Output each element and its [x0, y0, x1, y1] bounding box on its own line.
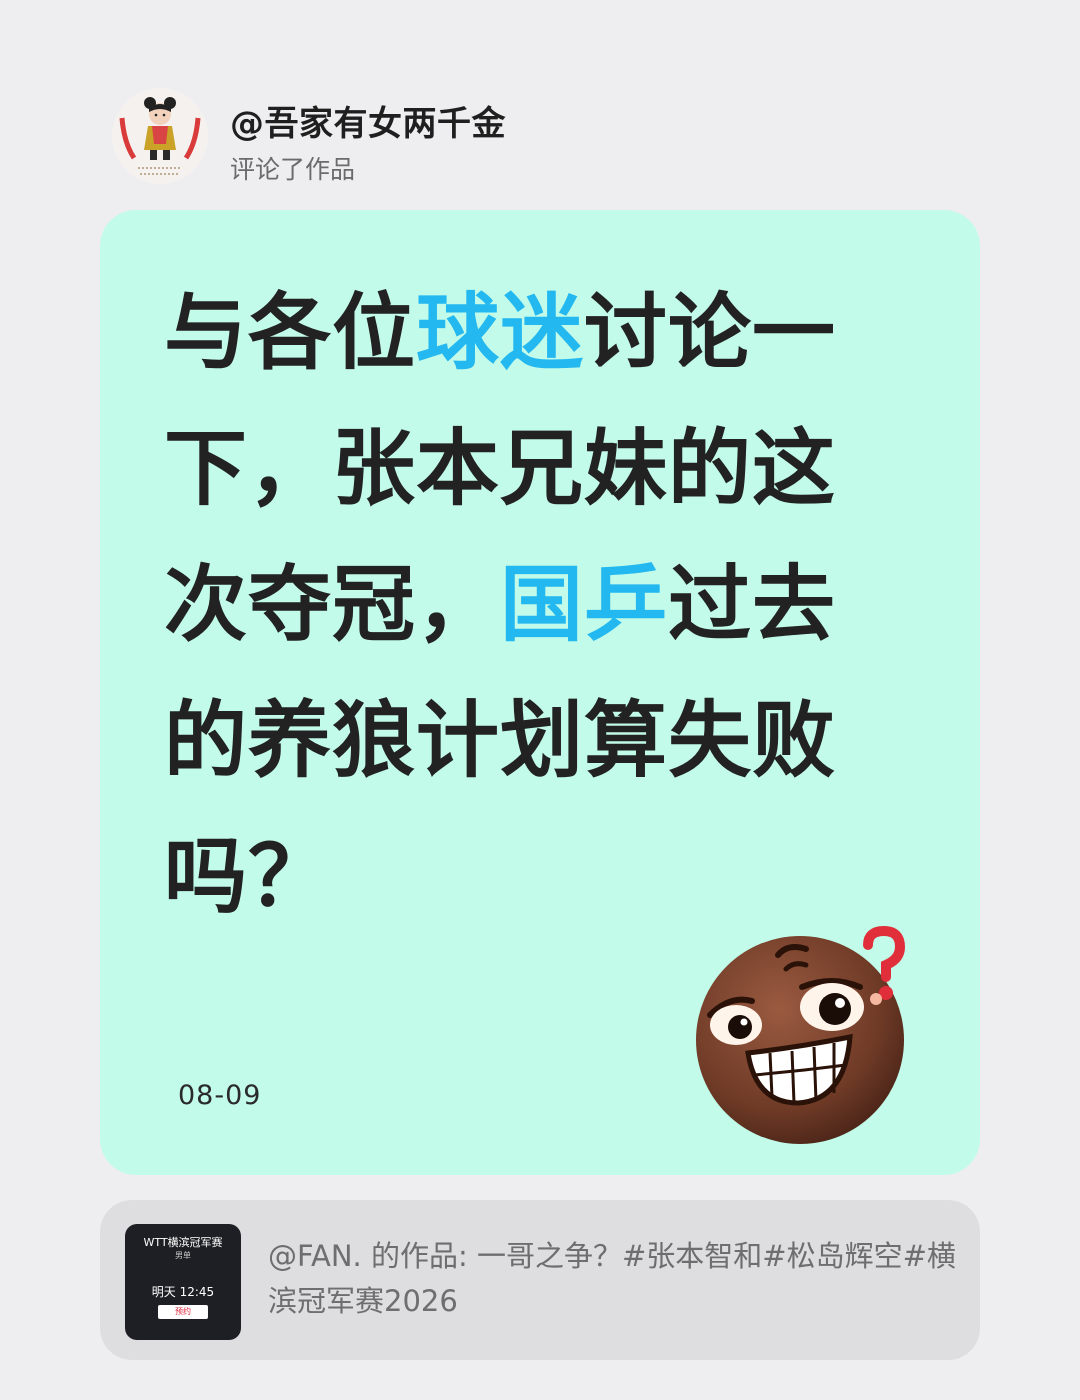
headline-highlight: 国乒 [500, 556, 668, 653]
linked-post-thumbnail[interactable]: WTT横滨冠军赛 男单 明天 12:45 预约 [125, 1224, 241, 1340]
girl-illustration-icon [112, 88, 208, 184]
username[interactable]: @吾家有女两千金 [230, 96, 506, 145]
linked-post-text: @FAN. 的作品: 一哥之争？#张本智和#松岛辉空#横滨冠军赛2026 [268, 1239, 956, 1318]
linked-post[interactable]: WTT横滨冠军赛 男单 明天 12:45 预约 @FAN. 的作品: 一哥之争？… [100, 1200, 980, 1360]
comment-header: @吾家有女两千金 评论了作品 [112, 88, 972, 188]
thumbnail-subtitle: 男单 [175, 1251, 191, 1260]
comment-headline: 与各位球迷讨论一下，张本兄妹的这次夺冠，国乒过去的养狼计划算失败吗？ [164, 265, 864, 945]
user-avatar[interactable] [112, 88, 208, 184]
smirking-question-face-icon [690, 925, 925, 1145]
headline-highlight: 球迷 [416, 284, 584, 381]
comment-card[interactable]: 与各位球迷讨论一下，张本兄妹的这次夺冠，国乒过去的养狼计划算失败吗？ 08-09 [100, 210, 980, 1175]
action-label: 评论了作品 [230, 155, 356, 184]
headline-text: 与各位 [164, 284, 416, 381]
thumbnail-time: 明天 12:45 [151, 1285, 215, 1299]
comment-date: 08-09 [178, 1080, 262, 1111]
reserve-button: 预约 [158, 1305, 208, 1319]
thumbnail-title: WTT横滨冠军赛 [143, 1236, 223, 1249]
